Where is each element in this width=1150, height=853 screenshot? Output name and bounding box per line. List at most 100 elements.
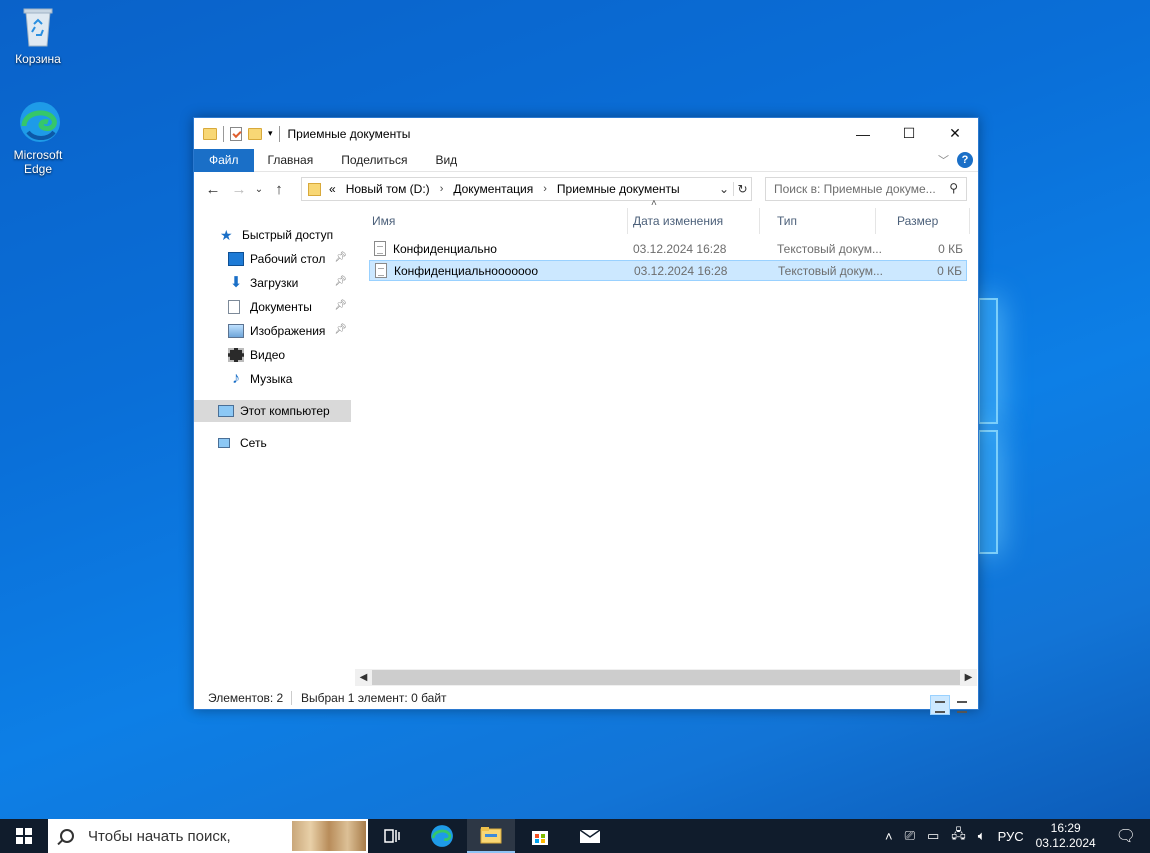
column-header-name[interactable]: Имя xyxy=(355,208,628,234)
maximize-button[interactable]: ☐ xyxy=(886,118,932,149)
file-explorer-window[interactable]: ▾ Приемные документы — ☐ ✕ Файл Главная … xyxy=(193,117,979,715)
breadcrumb-separator-icon[interactable]: › xyxy=(440,183,444,195)
up-arrow-icon[interactable]: ↑ xyxy=(266,181,292,198)
folder-icon xyxy=(308,182,321,196)
title-bar[interactable]: ▾ Приемные документы — ☐ ✕ xyxy=(194,118,978,149)
meet-now-icon[interactable]: ⎚ xyxy=(905,828,915,844)
nav-network[interactable]: Сеть xyxy=(194,432,351,454)
pin-icon: 📌︎ xyxy=(334,300,347,311)
mail-icon[interactable] xyxy=(566,819,614,853)
start-button[interactable] xyxy=(0,819,48,853)
taskbar-search-placeholder: Чтобы начать поиск, xyxy=(88,827,231,845)
file-date: 03.12.2024 16:28 xyxy=(634,264,728,278)
search-input[interactable]: Поиск в: Приемные докуме... ⚲ xyxy=(765,177,967,201)
status-bar: Элементов: 2 Выбран 1 элемент: 0 байт xyxy=(194,687,978,715)
breadcrumb-overflow[interactable]: « xyxy=(329,182,336,196)
address-history-chevron-icon[interactable]: ⌄ xyxy=(715,182,733,196)
task-view-icon[interactable] xyxy=(368,819,416,853)
desktop-icon-recycle-bin[interactable]: Корзина xyxy=(0,4,76,66)
nav-item-pictures[interactable]: Изображения 📌︎ xyxy=(194,320,351,342)
breadcrumb-separator-icon[interactable]: › xyxy=(543,183,547,195)
forward-arrow-icon[interactable]: → xyxy=(226,181,252,198)
minimize-button[interactable]: — xyxy=(840,118,886,149)
scrollbar-thumb[interactable] xyxy=(372,670,960,685)
search-highlight-image xyxy=(292,821,366,851)
customize-toolbar-chevron-icon[interactable]: ▾ xyxy=(268,128,273,139)
scroll-right-icon[interactable]: ▶ xyxy=(960,669,977,686)
store-icon[interactable] xyxy=(516,819,564,853)
quick-access-toolbar: ▾ xyxy=(194,125,280,142)
folder-icon xyxy=(203,127,217,140)
tab-share[interactable]: Поделиться xyxy=(327,149,421,172)
tab-home[interactable]: Главная xyxy=(254,149,328,172)
nav-label: Загрузки xyxy=(250,276,299,290)
horizontal-scrollbar[interactable]: ◀ ▶ xyxy=(355,669,977,686)
input-language[interactable]: РУС xyxy=(998,829,1024,844)
notifications-icon[interactable]: 🗨︎ xyxy=(1116,826,1136,846)
show-hidden-icons-chevron-icon[interactable]: ˄ xyxy=(885,829,893,844)
desktop-icon-edge[interactable]: Microsoft Edge xyxy=(0,100,76,176)
close-button[interactable]: ✕ xyxy=(932,118,978,149)
back-arrow-icon[interactable]: ← xyxy=(200,181,226,198)
breadcrumb-documentation[interactable]: Документация xyxy=(453,182,533,196)
recycle-bin-icon xyxy=(18,4,58,48)
pictures-icon xyxy=(228,324,244,338)
properties-icon[interactable] xyxy=(230,126,242,141)
recent-locations-chevron-icon[interactable]: ⌄ xyxy=(252,184,266,195)
address-field[interactable]: « Новый том (D:) › Документация › Приемн… xyxy=(301,177,752,201)
help-icon[interactable]: ? xyxy=(957,152,973,168)
clock-date: 03.12.2024 xyxy=(1035,836,1096,850)
nav-label: Сеть xyxy=(240,436,267,450)
tab-file[interactable]: Файл xyxy=(194,148,254,172)
system-tray: ˄ ⎚ ▭ 🖧︎ 🔈︎ РУС 16:29 03.12.2024 🗨︎ xyxy=(879,819,1150,853)
windows-logo-icon xyxy=(16,828,32,844)
network-icon xyxy=(218,438,230,448)
file-date: 03.12.2024 16:28 xyxy=(633,242,727,256)
star-icon: ★ xyxy=(220,227,233,243)
column-header-date[interactable]: Дата изменения xyxy=(616,208,760,234)
column-header-type[interactable]: Тип xyxy=(760,208,876,234)
nav-quick-access[interactable]: ★ Быстрый доступ xyxy=(194,224,351,246)
volume-icon[interactable]: 🔈︎ xyxy=(978,828,986,844)
breadcrumb-drive[interactable]: Новый том (D:) xyxy=(346,182,430,196)
file-row[interactable]: Конфиденциально 03.12.2024 16:28 Текстов… xyxy=(369,239,967,260)
taskbar: Чтобы начать поиск, ˄ ⎚ ▭ 🖧︎ 🔈︎ РУС 16:2… xyxy=(0,819,1150,853)
details-view-icon[interactable] xyxy=(930,695,950,715)
file-row-selected[interactable]: Конфиденциальноoooooo 03.12.2024 16:28 Т… xyxy=(369,260,967,281)
nav-item-documents[interactable]: Документы 📌︎ xyxy=(194,296,351,318)
taskbar-search-box[interactable]: Чтобы начать поиск, xyxy=(48,819,368,853)
tab-view[interactable]: Вид xyxy=(421,149,471,172)
nav-item-desktop[interactable]: Рабочий стол 📌︎ xyxy=(194,248,351,270)
nav-item-music[interactable]: ♪ Музыка xyxy=(194,368,351,390)
file-size: 0 КБ xyxy=(937,264,962,278)
desktop-icon-label: Корзина xyxy=(15,52,61,66)
battery-icon[interactable]: ▭ xyxy=(927,828,939,844)
nav-label: Видео xyxy=(250,348,286,362)
nav-item-downloads[interactable]: ⬇ Загрузки 📌︎ xyxy=(194,272,351,294)
desktop-icon-label: Microsoft Edge xyxy=(13,148,63,176)
large-icons-view-icon[interactable] xyxy=(952,695,972,715)
expand-ribbon-chevron-icon[interactable]: ﹀ xyxy=(938,152,949,168)
pin-icon: 📌︎ xyxy=(334,252,347,263)
nav-item-videos[interactable]: Видео xyxy=(194,344,351,366)
new-folder-icon[interactable] xyxy=(248,127,262,140)
nav-this-pc[interactable]: Этот компьютер xyxy=(194,400,351,422)
nav-label: Этот компьютер xyxy=(240,404,330,418)
edge-taskbar-icon[interactable] xyxy=(418,819,466,853)
file-size: 0 КБ xyxy=(938,242,963,256)
pin-icon: 📌︎ xyxy=(334,324,347,335)
breadcrumb-current[interactable]: Приемные документы xyxy=(557,182,680,196)
column-header-size[interactable]: Размер xyxy=(880,208,970,234)
computer-icon xyxy=(218,405,234,417)
nav-label: Документы xyxy=(250,300,312,314)
clock[interactable]: 16:29 03.12.2024 xyxy=(1036,821,1096,851)
network-tray-icon[interactable]: 🖧︎ xyxy=(951,825,966,847)
search-placeholder: Поиск в: Приемные докуме... xyxy=(774,182,936,196)
refresh-icon[interactable]: ↻ xyxy=(733,182,751,196)
file-name: Конфиденциально xyxy=(393,242,497,256)
file-type: Текстовый докум... xyxy=(778,264,883,278)
file-list: ˄ Имя Дата изменения Тип Размер Конфиден… xyxy=(354,198,978,666)
nav-label: Музыка xyxy=(250,372,293,386)
scroll-left-icon[interactable]: ◀ xyxy=(355,669,372,686)
file-explorer-taskbar-icon[interactable] xyxy=(467,819,515,853)
